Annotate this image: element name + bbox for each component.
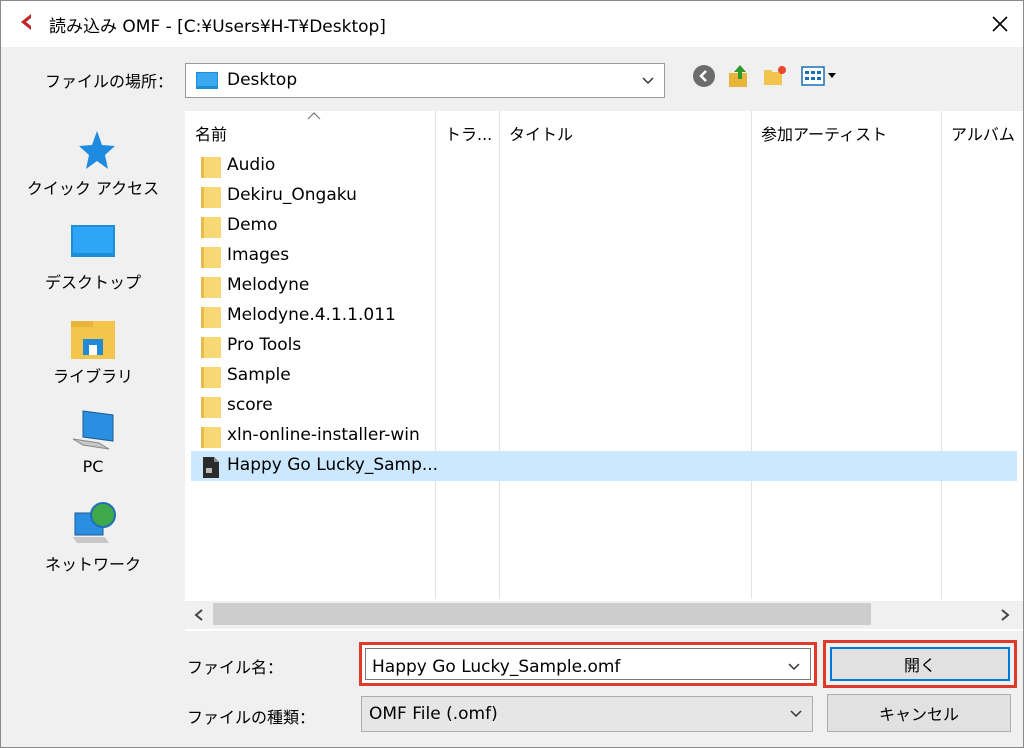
open-button[interactable]: 開く bbox=[830, 647, 1010, 681]
chevron-down-icon[interactable] bbox=[786, 659, 802, 675]
place-desktop[interactable]: デスクトップ bbox=[1, 223, 185, 303]
library-icon bbox=[71, 321, 115, 359]
folder-icon bbox=[201, 427, 221, 448]
file-name: Demo bbox=[227, 215, 278, 235]
place-network[interactable]: ネットワーク bbox=[1, 501, 185, 581]
column-header-title[interactable]: タイトル bbox=[499, 111, 751, 151]
place-label: ライブラリ bbox=[52, 367, 133, 386]
new-folder-button[interactable] bbox=[761, 63, 789, 89]
file-list[interactable]: 名前 トラ... タイトル 参加アーティスト アルバム Audio Dekiru… bbox=[185, 111, 1023, 631]
filetype-value: OMF File (.omf) bbox=[369, 704, 498, 724]
view-grid-icon bbox=[801, 66, 836, 86]
filetype-dropdown[interactable]: OMF File (.omf) bbox=[361, 696, 813, 732]
filetype-label: ファイルの種類： bbox=[187, 708, 316, 727]
file-row-images[interactable]: Images bbox=[191, 241, 1017, 271]
folder-icon bbox=[201, 307, 221, 328]
file-row-dekiru-ongaku[interactable]: Dekiru_Ongaku bbox=[191, 181, 1017, 211]
place-label: クイック アクセス bbox=[26, 179, 160, 198]
column-header-artist[interactable]: 参加アーティスト bbox=[751, 111, 941, 151]
scroll-left-icon[interactable] bbox=[191, 605, 207, 625]
filename-label: ファイル名： bbox=[187, 658, 284, 677]
back-arrow-icon bbox=[693, 65, 715, 87]
file-name: Sample bbox=[227, 365, 291, 385]
filename-input[interactable]: Happy Go Lucky_Sample.omf bbox=[372, 657, 620, 677]
open-omf-dialog: 読み込み OMF - [C:¥Users¥H-T¥Desktop] ファイルの場… bbox=[0, 0, 1024, 748]
pc-icon bbox=[72, 410, 114, 450]
scroll-right-icon[interactable] bbox=[997, 605, 1013, 625]
scrollbar-thumb[interactable] bbox=[213, 603, 871, 625]
up-folder-button[interactable] bbox=[725, 63, 753, 89]
column-header-album[interactable]: アルバム bbox=[941, 111, 1023, 151]
column-header-track[interactable]: トラ... bbox=[435, 111, 499, 151]
folder-icon bbox=[201, 217, 221, 238]
place-pc[interactable]: PC bbox=[1, 409, 185, 489]
file-row-score[interactable]: score bbox=[191, 391, 1017, 421]
desktop-folder-icon bbox=[196, 72, 218, 89]
file-name: Audio bbox=[227, 155, 276, 175]
file-name: Melodyne bbox=[227, 275, 310, 295]
file-name: Melodyne.4.1.1.011 bbox=[227, 305, 396, 325]
file-row-melodyne[interactable]: Melodyne bbox=[191, 271, 1017, 301]
file-row-pro-tools[interactable]: Pro Tools bbox=[191, 331, 1017, 361]
file-row-xln-installer[interactable]: xln-online-installer-win bbox=[191, 421, 1017, 451]
folder-icon bbox=[201, 337, 221, 358]
file-row-sample[interactable]: Sample bbox=[191, 361, 1017, 391]
close-icon bbox=[992, 16, 1008, 32]
chevron-down-icon bbox=[642, 77, 654, 85]
filename-input-frame[interactable]: Happy Go Lucky_Sample.omf bbox=[365, 648, 811, 680]
window-title: 読み込み OMF - [C:¥Users¥H-T¥Desktop] bbox=[49, 17, 386, 37]
file-name: Pro Tools bbox=[227, 335, 302, 355]
new-folder-icon bbox=[764, 66, 786, 85]
filename-combobox[interactable]: Happy Go Lucky_Sample.omf bbox=[359, 642, 817, 686]
file-row-happy-go-lucky[interactable]: Happy Go Lucky_Samp... bbox=[191, 451, 1017, 481]
star-icon bbox=[79, 131, 115, 169]
file-name: score bbox=[227, 395, 273, 415]
cubase-app-icon bbox=[21, 14, 31, 30]
place-label: ネットワーク bbox=[44, 555, 141, 574]
place-label: デスクトップ bbox=[44, 273, 141, 292]
folder-icon bbox=[201, 187, 221, 208]
folder-icon bbox=[201, 247, 221, 268]
view-menu-button[interactable] bbox=[799, 63, 841, 89]
folder-icon bbox=[201, 157, 221, 178]
column-header-name[interactable]: 名前 bbox=[185, 111, 435, 151]
omf-file-icon bbox=[203, 457, 219, 478]
open-button-highlight: 開く bbox=[823, 640, 1017, 688]
location-dropdown[interactable]: Desktop bbox=[185, 63, 665, 98]
place-libraries[interactable]: ライブラリ bbox=[1, 317, 185, 397]
chevron-down-icon bbox=[790, 710, 802, 718]
place-label: PC bbox=[82, 457, 104, 476]
location-label: ファイルの場所： bbox=[45, 72, 174, 91]
up-folder-icon bbox=[729, 65, 747, 87]
file-row-audio[interactable]: Audio bbox=[191, 151, 1017, 181]
file-row-demo[interactable]: Demo bbox=[191, 211, 1017, 241]
folder-icon bbox=[201, 367, 221, 388]
close-button[interactable] bbox=[977, 1, 1023, 47]
file-name: Dekiru_Ongaku bbox=[227, 185, 357, 205]
title-bar: 読み込み OMF - [C:¥Users¥H-T¥Desktop] bbox=[1, 1, 1023, 47]
cancel-button[interactable]: キャンセル bbox=[827, 694, 1011, 732]
network-icon bbox=[73, 502, 116, 543]
folder-icon bbox=[201, 277, 221, 298]
desktop-icon bbox=[71, 225, 115, 257]
places-bar: クイック アクセス デスクトップ ライブラリ PC ネットワーク bbox=[1, 111, 185, 631]
file-name: Images bbox=[227, 245, 290, 265]
place-quick-access[interactable]: クイック アクセス bbox=[1, 129, 185, 209]
horizontal-scrollbar[interactable] bbox=[185, 601, 1023, 629]
location-value: Desktop bbox=[227, 70, 298, 90]
file-row-melodyne-4[interactable]: Melodyne.4.1.1.011 bbox=[191, 301, 1017, 331]
folder-icon bbox=[201, 397, 221, 418]
file-name: xln-online-installer-win bbox=[227, 425, 420, 445]
file-name: Happy Go Lucky_Samp... bbox=[227, 455, 439, 475]
back-button[interactable] bbox=[691, 63, 717, 89]
